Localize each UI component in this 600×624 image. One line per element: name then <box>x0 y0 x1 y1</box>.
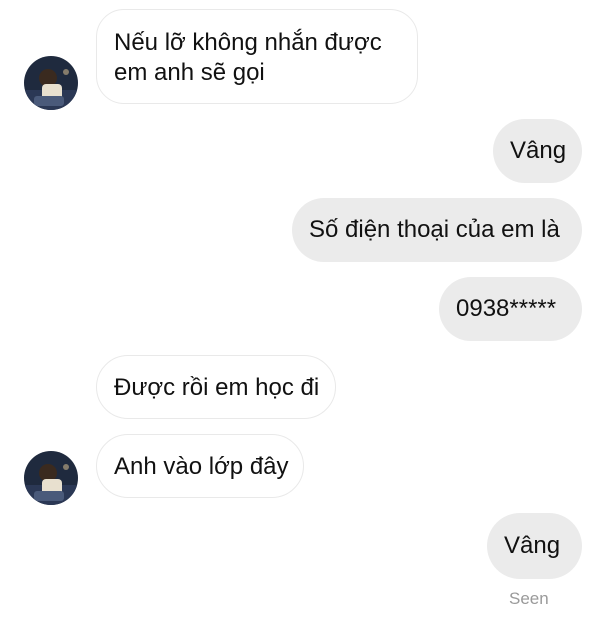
contact-avatar[interactable] <box>24 56 78 110</box>
message-bubble-outgoing[interactable]: Vâng <box>487 513 582 579</box>
message-text: Số điện thoại của em là <box>309 216 560 243</box>
message-bubble-outgoing[interactable]: 0938***** <box>439 277 582 341</box>
message-bubble-incoming[interactable]: Anh vào lớp đây <box>96 434 304 498</box>
message-text: Vâng <box>504 532 561 559</box>
message-text: em anh sẽ gọi <box>114 59 265 86</box>
contact-avatar[interactable] <box>24 451 78 505</box>
message-bubble-outgoing[interactable]: Số điện thoại của em là <box>292 198 582 262</box>
message-bubble-incoming[interactable]: Nếu lỡ không nhắn được em anh sẽ gọi <box>96 9 418 104</box>
chat-thread: Nếu lỡ không nhắn được em anh sẽ gọi Vân… <box>0 0 600 624</box>
message-text: 0938***** <box>456 295 557 322</box>
message-text: Anh vào lớp đây <box>114 453 289 480</box>
avatar-photo-icon <box>24 56 78 110</box>
message-bubble-outgoing[interactable]: Vâng <box>493 119 582 183</box>
seen-receipt: Seen <box>509 589 549 608</box>
message-text: Được rồi em học đi <box>114 374 320 401</box>
avatar-photo-icon <box>24 451 78 505</box>
message-text: Nếu lỡ không nhắn được <box>114 29 382 56</box>
message-text: Vâng <box>510 137 567 164</box>
message-bubble-incoming[interactable]: Được rồi em học đi <box>96 355 336 419</box>
